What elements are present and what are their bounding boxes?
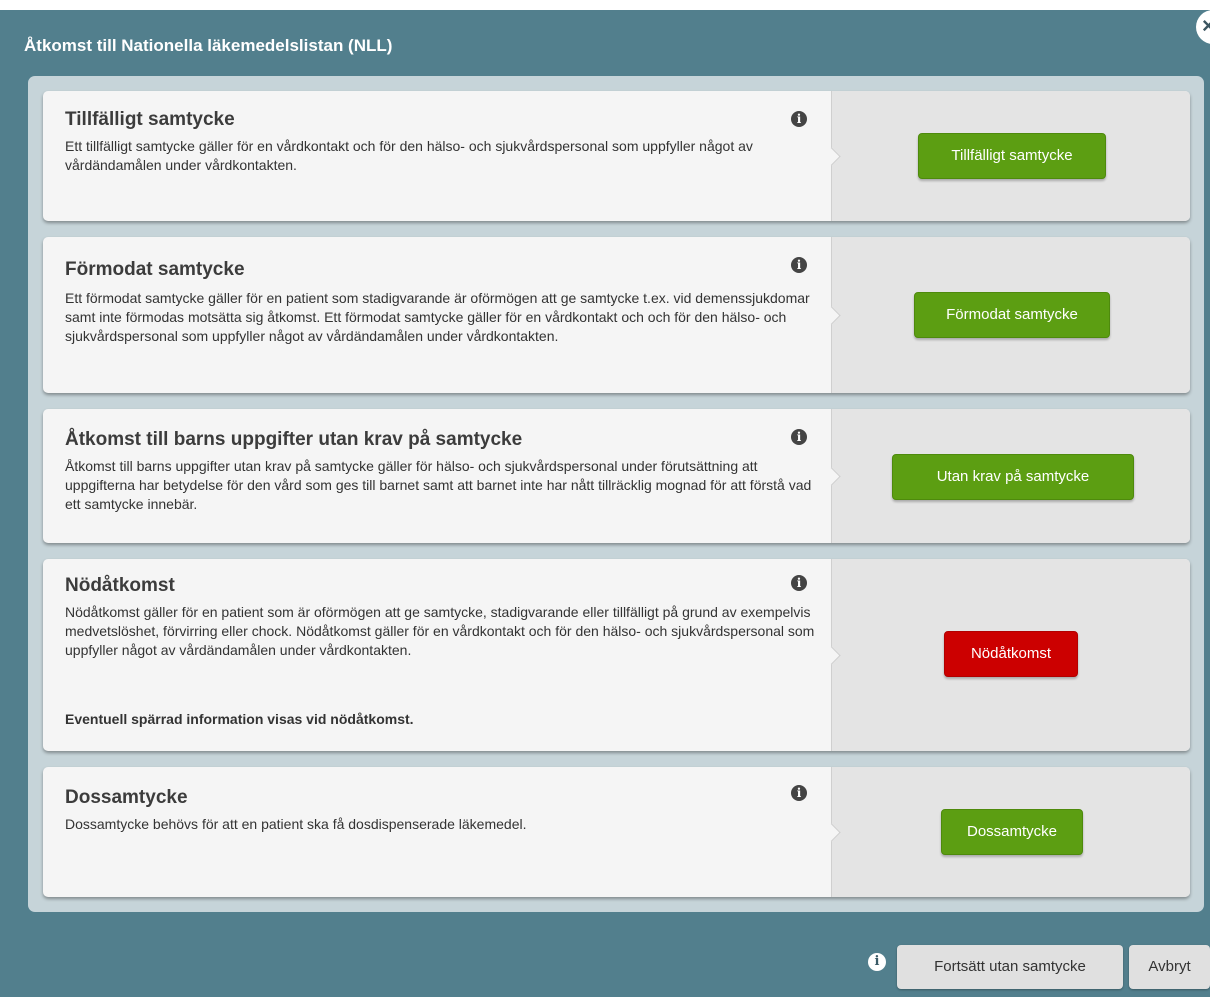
info-icon[interactable]: i xyxy=(791,111,807,127)
info-icon[interactable]: i xyxy=(791,785,807,801)
option-title: Tillfälligt samtycke xyxy=(65,109,235,130)
info-icon[interactable]: i xyxy=(791,429,807,445)
cancel-button[interactable]: Avbryt xyxy=(1129,945,1210,989)
option-title: Dossamtycke xyxy=(65,787,188,808)
close-icon[interactable]: × xyxy=(1196,10,1210,44)
option-card-presumed-consent: Förmodat samtycke i Ett förmodat samtyck… xyxy=(43,237,1190,393)
option-title: Nödåtkomst xyxy=(65,575,175,596)
options-panel: Tillfälligt samtycke i Ett tillfälligt s… xyxy=(28,76,1204,912)
option-description: Ett förmodat samtycke gäller för en pati… xyxy=(65,290,810,344)
dialog-title: Åtkomst till Nationella läkemedelslistan… xyxy=(24,36,393,55)
info-icon[interactable]: i xyxy=(791,575,807,591)
option-title: Åtkomst till barns uppgifter utan krav p… xyxy=(65,429,523,450)
option-card-dose-consent: Dossamtycke i Dossamtycke behövs för att… xyxy=(43,767,1190,897)
info-icon[interactable]: i xyxy=(791,257,807,273)
option-note: Eventuell spärrad information visas vid … xyxy=(65,711,414,727)
option-title: Förmodat samtycke xyxy=(65,259,245,280)
option-card-child-access: Åtkomst till barns uppgifter utan krav p… xyxy=(43,409,1190,543)
continue-without-consent-button[interactable]: Fortsätt utan samtycke xyxy=(897,945,1123,989)
option-description: Dossamtycke behövs för att en patient sk… xyxy=(65,816,527,832)
option-description: Ett tillfälligt samtycke gäller för en v… xyxy=(65,138,753,173)
option-description: Nödåtkomst gäller för en patient som är … xyxy=(65,604,815,658)
footer-info-icon[interactable]: i xyxy=(868,953,886,971)
dose-consent-button[interactable]: Dossamtycke xyxy=(941,809,1083,855)
temporary-consent-button[interactable]: Tillfälligt samtycke xyxy=(918,133,1106,179)
option-description: Åtkomst till barns uppgifter utan krav p… xyxy=(65,458,812,512)
emergency-access-button[interactable]: Nödåtkomst xyxy=(944,631,1078,677)
option-card-temporary-consent: Tillfälligt samtycke i Ett tillfälligt s… xyxy=(43,91,1190,221)
option-card-emergency-access: Nödåtkomst i Nödåtkomst gäller för en pa… xyxy=(43,559,1190,751)
without-consent-requirement-button[interactable]: Utan krav på samtycke xyxy=(892,454,1134,500)
consent-dialog: Åtkomst till Nationella läkemedelslistan… xyxy=(0,10,1210,997)
presumed-consent-button[interactable]: Förmodat samtycke xyxy=(914,292,1110,338)
